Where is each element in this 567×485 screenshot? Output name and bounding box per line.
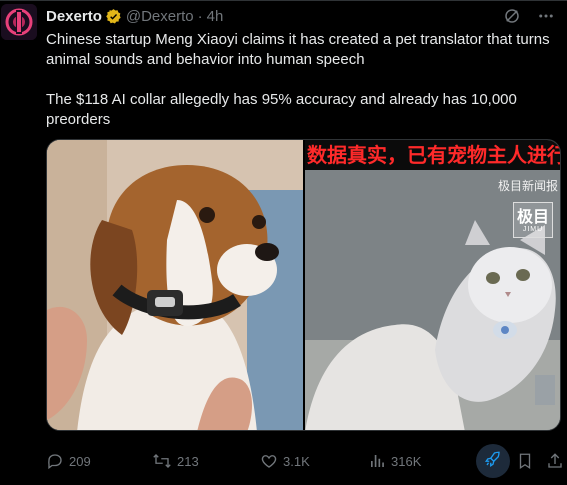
header-actions <box>503 6 555 26</box>
separator-dot: · <box>197 7 203 25</box>
more-icon[interactable] <box>537 7 555 25</box>
watermark-logo-text: 极目 <box>516 206 549 226</box>
rocket-icon <box>484 450 502 473</box>
video-caption: 数据真实，已有宠物主人进行了 <box>305 140 560 170</box>
tweet-text: Chinese startup Meng Xiaoyi claims it ha… <box>46 31 550 128</box>
bookmark-icon <box>516 452 534 470</box>
watermark-logo-sub: JIMU <box>522 225 544 233</box>
cat-photo[interactable]: 数据真实，已有宠物主人进行了 极目新闻报 极目 JIMU <box>305 140 560 430</box>
author-name[interactable]: Dexerto <box>46 8 102 25</box>
tweet-header: Dexerto @Dexerto · 4h <box>46 6 555 26</box>
repost-button[interactable]: 213 <box>152 452 199 470</box>
share-icon <box>546 452 564 470</box>
dog-illustration <box>47 140 303 430</box>
tweet-actions: 209 213 3.1K 316K <box>46 444 565 478</box>
share-button[interactable] <box>546 452 564 470</box>
views-button[interactable]: 316K <box>368 452 421 470</box>
watermark-logo: 极目 JIMU <box>513 202 553 238</box>
bookmark-button[interactable] <box>516 452 534 470</box>
repost-count: 213 <box>177 453 199 469</box>
top-divider <box>0 0 567 1</box>
like-count: 3.1K <box>283 453 310 469</box>
avatar[interactable] <box>1 4 37 40</box>
boost-button[interactable] <box>476 444 510 478</box>
repost-icon <box>152 452 172 470</box>
tweet-media[interactable]: 数据真实，已有宠物主人进行了 极目新闻报 极目 JIMU <box>46 139 561 431</box>
views-icon <box>368 452 386 470</box>
grok-icon[interactable] <box>503 7 521 25</box>
reply-icon <box>46 452 64 470</box>
view-count: 316K <box>391 453 422 469</box>
verified-badge-icon[interactable] <box>105 8 122 25</box>
reply-button[interactable]: 209 <box>46 452 91 470</box>
reply-count: 209 <box>69 453 91 469</box>
watermark-text: 极目新闻报 <box>497 179 558 193</box>
like-button[interactable]: 3.1K <box>260 452 310 470</box>
heart-icon <box>260 452 278 470</box>
timestamp[interactable]: 4h <box>207 8 224 25</box>
dog-photo[interactable] <box>47 140 303 430</box>
author-handle[interactable]: @Dexerto <box>126 8 194 25</box>
dexerto-logo-icon <box>1 4 37 40</box>
